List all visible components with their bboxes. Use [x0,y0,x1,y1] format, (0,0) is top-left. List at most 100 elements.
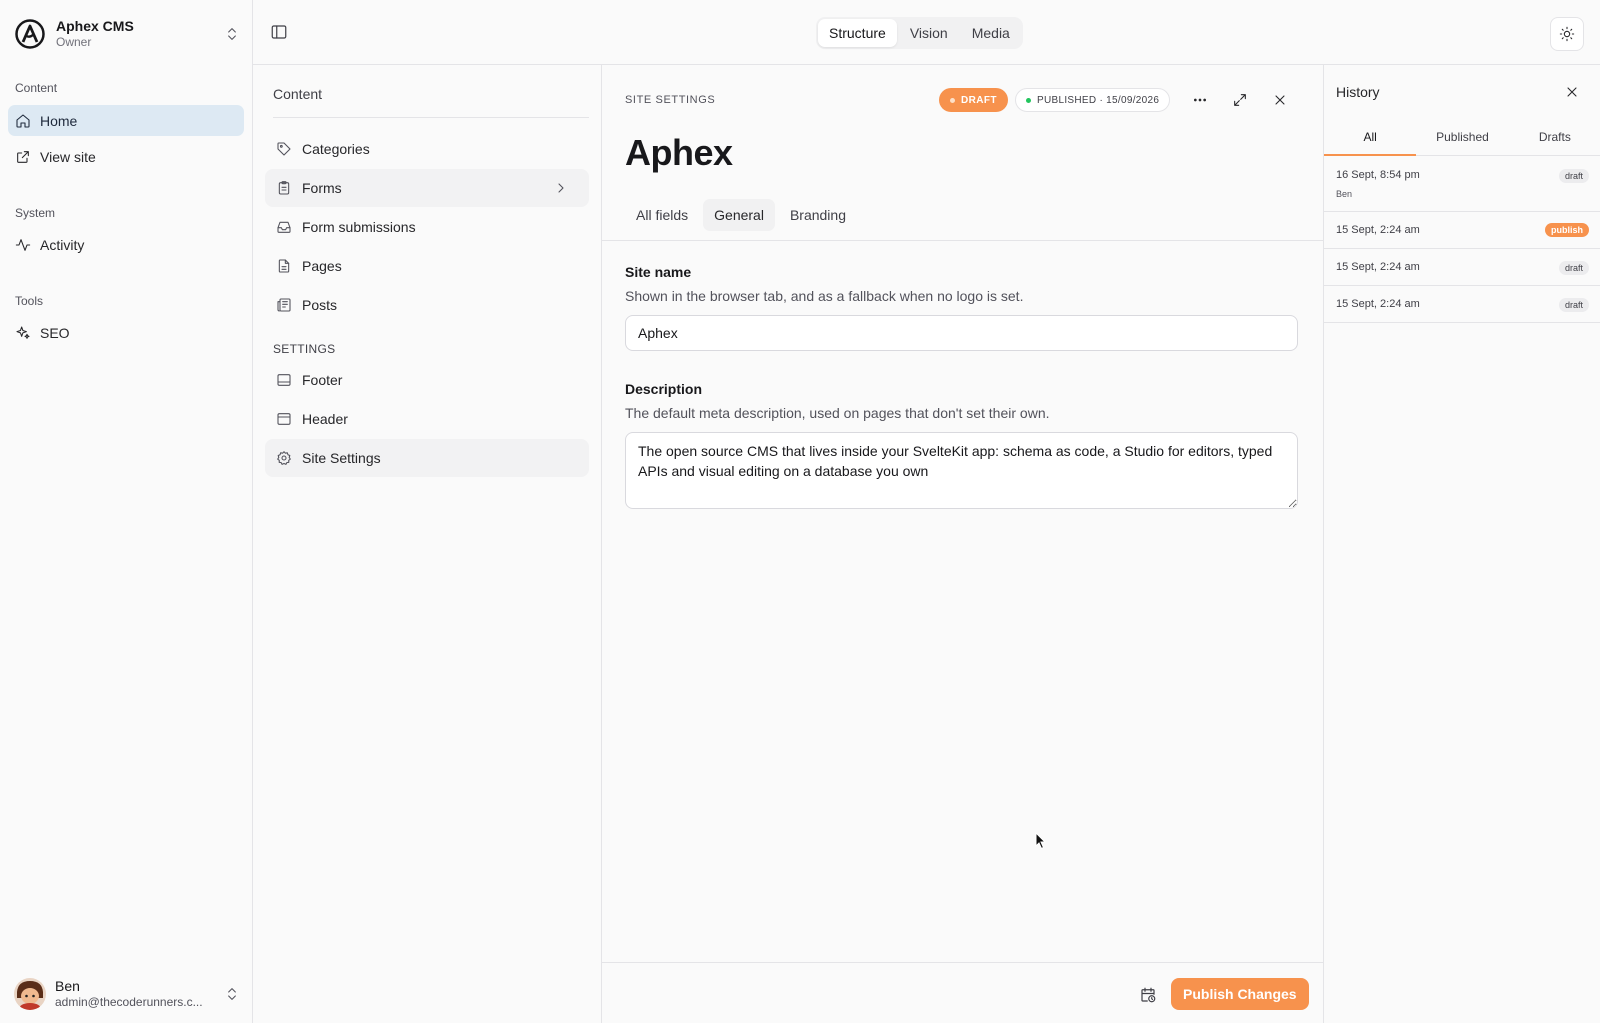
nav-group-tools: Tools [15,294,44,308]
theme-toggle-button[interactable] [1550,17,1584,51]
sun-icon [1559,26,1575,42]
editor-footer: Publish Changes [602,962,1323,1023]
structure-item-label: Categories [302,141,370,157]
sidebar-item-label: Activity [40,236,85,253]
maximize-icon [1234,94,1246,106]
divider [273,117,589,118]
history-tabs: All Published Drafts [1324,119,1600,156]
chevron-right-icon [558,183,564,193]
tab-structure[interactable]: Structure [818,19,897,47]
sidebar-item-seo[interactable]: SEO [8,317,244,348]
structure-item-pages[interactable]: Pages [265,247,589,285]
sidebar-item-label: Home [40,112,78,129]
history-entry-status: publish [1545,223,1589,237]
structure-item-site-settings[interactable]: Site Settings [265,439,589,477]
sidebar-toggle-icon[interactable] [270,23,288,41]
file-text-icon [278,259,290,273]
document-type-label: SITE SETTINGS [625,94,716,106]
tag-icon [277,142,291,156]
history-entry-status: draft [1558,261,1589,275]
gear-icon [277,451,291,465]
tab-general[interactable]: General [703,199,775,231]
site-name-input[interactable] [625,315,1298,351]
tab-media[interactable]: Media [961,19,1021,47]
sidebar-item-label: SEO [40,324,70,341]
structure-item-forms[interactable]: Forms [265,169,589,207]
calendar-clock-icon[interactable] [1139,986,1157,1004]
structure-item-label: Form submissions [302,219,416,235]
structure-item-header[interactable]: Header [265,400,589,438]
chevrons-up-down-icon [228,28,236,40]
history-entry[interactable]: 15 Sept, 2:24 am draft [1324,249,1600,286]
history-entry-time: 15 Sept, 2:24 am [1336,298,1420,310]
user-name: Ben [55,978,80,994]
structure-item-label: Footer [302,372,343,388]
pane-title: Content [273,86,323,102]
aphex-logo-icon [14,18,46,50]
draft-badge-label: DRAFT [961,94,997,106]
structure-item-label: Site Settings [302,450,381,466]
history-entry[interactable]: 15 Sept, 2:24 am publish [1324,212,1600,249]
activity-icon [15,238,31,251]
settings-section-label: SETTINGS [273,342,336,356]
history-entry-status: draft [1558,298,1589,312]
history-panel: History All Published Drafts 16 Sept, 8:… [1323,65,1600,1023]
document-title: Aphex [625,132,733,173]
inbox-icon [277,221,291,233]
sidebar-item-activity[interactable]: Activity [8,229,244,260]
newspaper-icon [277,298,291,312]
history-entry-time: 15 Sept, 2:24 am [1336,224,1420,236]
history-entry-author: Ben [1336,189,1353,199]
mode-switch: Structure Vision Media [816,17,1023,49]
sidebar-item-view-site[interactable]: View site [8,141,244,172]
site-name-help: Shown in the browser tab, and as a fallb… [625,288,1024,304]
published-badge-label: PUBLISHED · 15/09/2026 [1037,94,1160,106]
tab-all-fields[interactable]: All fields [625,199,699,231]
tab-vision[interactable]: Vision [899,19,959,47]
history-entry[interactable]: 15 Sept, 2:24 am draft [1324,286,1600,323]
structure-item-form-submissions[interactable]: Form submissions [265,208,589,246]
description-help: The default meta description, used on pa… [625,405,1050,421]
structure-item-label: Forms [302,180,342,196]
more-actions-button[interactable] [1190,90,1210,110]
history-entry[interactable]: 16 Sept, 8:54 pm Ben draft [1324,157,1600,212]
nav-group-content: Content [15,81,58,95]
user-menu[interactable]: Ben admin@thecoderunners.c... [14,976,240,1012]
divider [602,240,1323,241]
avatar [14,978,46,1010]
history-title: History [1336,84,1380,100]
description-textarea[interactable]: The open source CMS that lives inside yo… [625,432,1298,509]
description-label: Description [625,381,703,397]
user-email: admin@thecoderunners.c... [55,995,203,1009]
home-icon [16,113,30,128]
tab-branding[interactable]: Branding [779,199,857,231]
sparkles-icon [16,325,30,339]
close-document-button[interactable] [1270,90,1290,110]
expand-button[interactable] [1230,90,1250,110]
history-entry-status: draft [1558,169,1589,183]
workspace-switcher[interactable]: Aphex CMS Owner [14,16,240,52]
structure-item-footer[interactable]: Footer [265,361,589,399]
site-name-label: Site name [625,264,692,280]
structure-item-posts[interactable]: Posts [265,286,589,324]
structure-pane: Content Categories Forms Form submission… [253,65,602,1023]
draft-status-badge: DRAFT [939,88,1008,112]
workspace-name: Aphex CMS [56,18,134,34]
history-tab-published[interactable]: Published [1416,119,1508,155]
nav-group-system: System [15,206,56,220]
close-icon[interactable] [1564,84,1580,100]
structure-item-categories[interactable]: Categories [265,130,589,168]
chevrons-up-down-icon [228,988,236,1000]
status-dot-icon [1026,97,1031,103]
publish-changes-button[interactable]: Publish Changes [1171,978,1309,1010]
external-link-icon [17,150,29,163]
panel-bottom-icon [277,374,291,386]
history-tab-all[interactable]: All [1324,119,1417,156]
sidebar-item-home[interactable]: Home [8,105,244,136]
structure-item-label: Header [302,411,348,427]
history-entry-time: 16 Sept, 8:54 pm [1336,169,1420,181]
top-bar: Structure Vision Media [253,0,1600,65]
clipboard-icon [278,181,290,195]
history-tab-drafts[interactable]: Drafts [1509,119,1600,155]
sidebar-item-label: View site [40,148,96,165]
